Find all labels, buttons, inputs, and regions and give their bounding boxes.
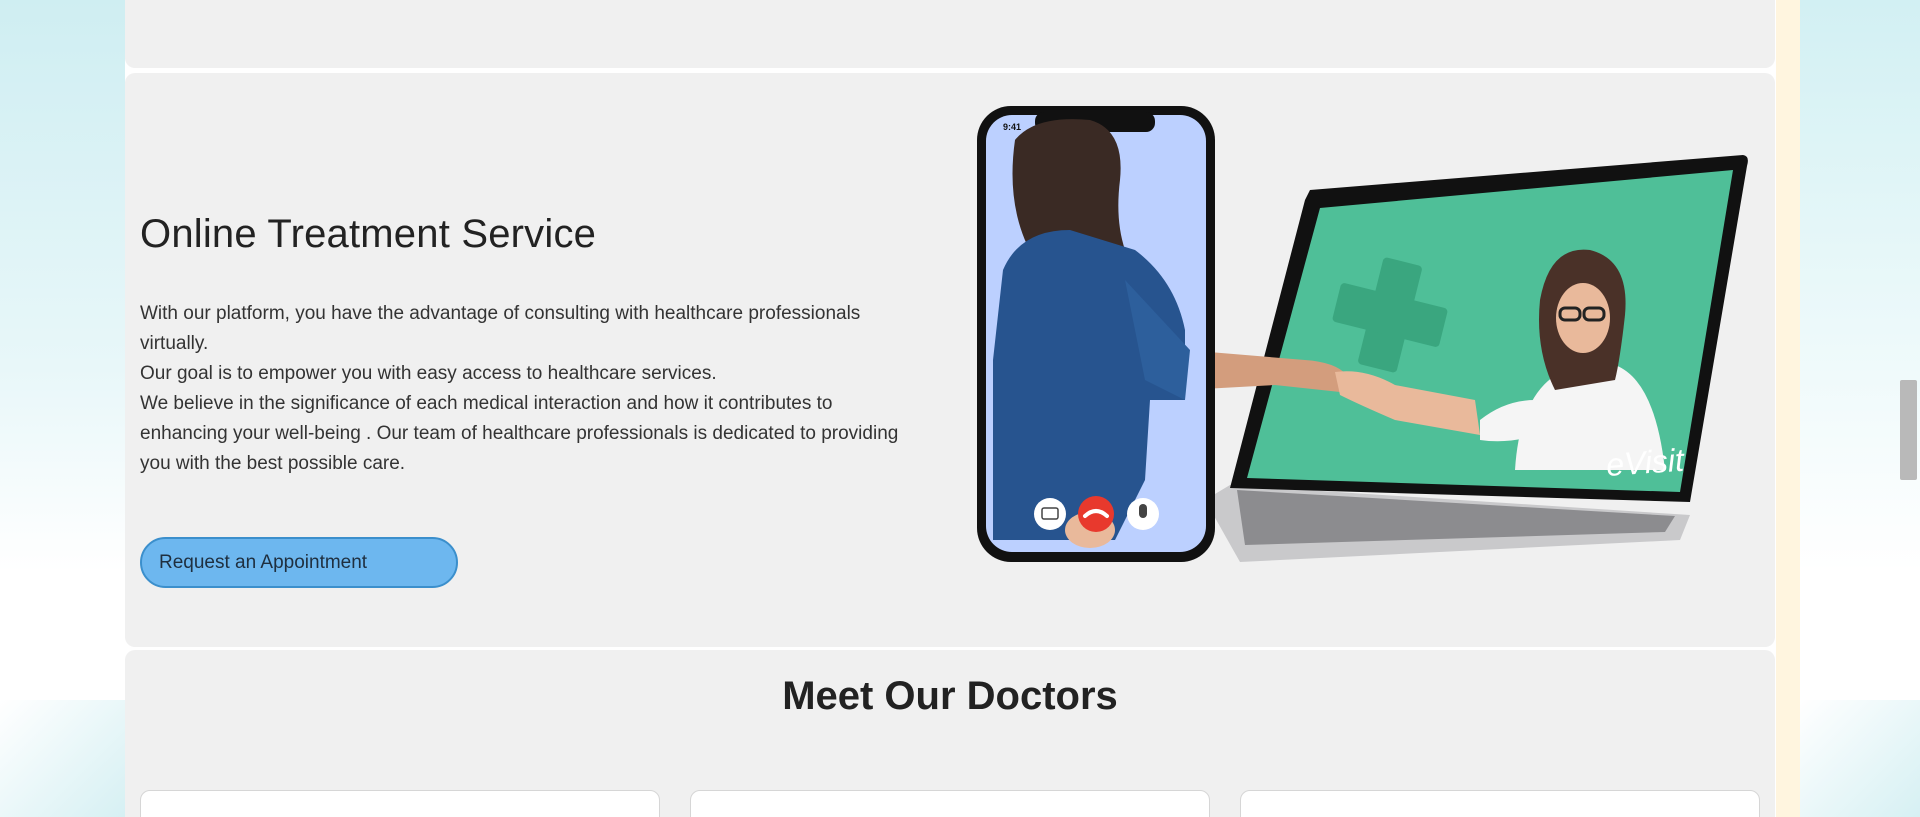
hang-up-icon: [1078, 496, 1114, 532]
doctor-card[interactable]: [690, 790, 1210, 817]
description-paragraph: Our goal is to empower you with easy acc…: [140, 363, 717, 384]
camera-icon: [1034, 498, 1066, 530]
doctor-card[interactable]: [1240, 790, 1760, 817]
online-treatment-description: With our platform, you have the advantag…: [140, 299, 920, 479]
online-treatment-title: Online Treatment Service: [140, 212, 597, 256]
telehealth-illustration: eVisit 9:41: [977, 106, 1748, 562]
description-paragraph: We believe in the significance of each m…: [140, 393, 899, 474]
previous-section-panel: [125, 0, 1775, 68]
scrollbar-thumb[interactable]: [1900, 380, 1917, 480]
phone-time: 9:41: [1003, 122, 1021, 132]
evisit-logo: eVisit: [1605, 442, 1686, 483]
description-paragraph: With our platform, you have the advantag…: [140, 303, 861, 354]
meet-our-doctors-heading: Meet Our Doctors: [782, 674, 1118, 718]
request-appointment-button[interactable]: Request an Appointment: [140, 537, 458, 588]
doctor-card[interactable]: [140, 790, 660, 817]
